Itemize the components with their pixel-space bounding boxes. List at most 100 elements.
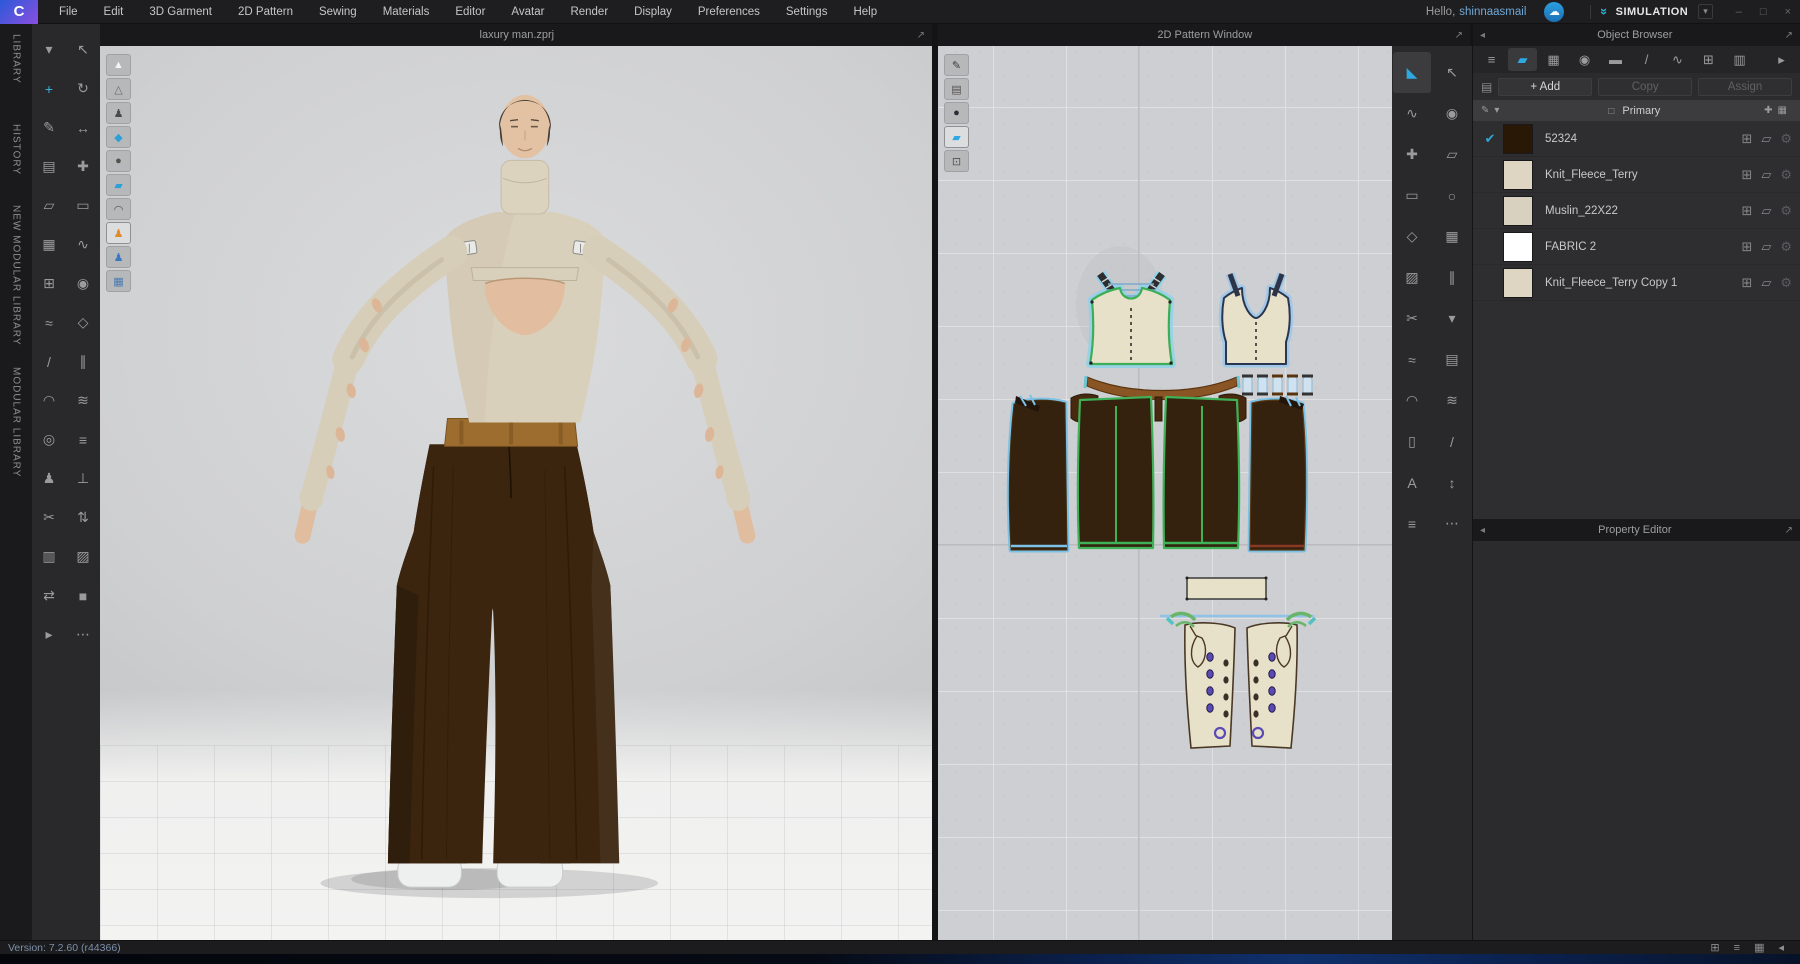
menu-materials[interactable]: Materials — [370, 6, 443, 18]
show-fabric-icon[interactable]: ▰ — [106, 174, 131, 196]
edit-pattern-tool-icon[interactable]: ↖ — [1433, 52, 1471, 93]
tab-modular-library[interactable]: MODULAR LIBRARY — [11, 367, 22, 477]
fabric-row[interactable]: Knit_Fleece_Terry Copy 1 ⊞▱⚙ — [1473, 265, 1800, 301]
menu-settings[interactable]: Settings — [773, 6, 841, 18]
edit-group-icon[interactable]: ✎ — [1481, 105, 1489, 116]
lock-pattern-icon[interactable]: ⊡ — [944, 150, 969, 172]
fabric-tab-icon[interactable]: ▰ — [1508, 48, 1537, 71]
show-garment-2d-icon[interactable]: ▤ — [944, 78, 969, 100]
fabric-settings-icon[interactable]: ⚙ — [1780, 167, 1792, 183]
cloud-sync-icon[interactable]: ☁ — [1544, 2, 1564, 22]
hanger-tool-icon[interactable]: ⊥ — [67, 459, 99, 498]
sewing-machine-tool-icon[interactable]: ▦ — [33, 225, 65, 264]
fabric-row[interactable]: Knit_Fleece_Terry ⊞▱⚙ — [1473, 157, 1800, 193]
seam-allowance-tool-icon[interactable]: ∥ — [1433, 257, 1471, 298]
add-point-tool-icon[interactable]: ✚ — [1393, 134, 1431, 175]
fabric-sheet-icon[interactable]: ▱ — [1761, 167, 1771, 183]
fabric-swatch[interactable] — [1503, 232, 1533, 262]
shirt-front-tool-icon[interactable]: ▥ — [33, 537, 65, 576]
rectangle-tool-icon[interactable]: ▭ — [1393, 175, 1431, 216]
garment-fit-tool-icon[interactable]: ▤ — [33, 147, 65, 186]
menu-file[interactable]: File — [46, 6, 91, 18]
pan-view-tool-icon[interactable]: ↔ — [67, 108, 99, 147]
zipper-tab-icon[interactable]: / — [1632, 48, 1661, 71]
avatar-display-mode-icon[interactable]: ♟ — [106, 222, 131, 244]
menu-sewing[interactable]: Sewing — [306, 6, 370, 18]
add-colorway-box-icon[interactable]: ⊞ — [1741, 203, 1752, 219]
simulation-button[interactable]: SIMULATION — [1616, 6, 1689, 18]
scissors-tool-icon[interactable]: ✂ — [33, 498, 65, 537]
pleats-tool-icon[interactable]: ≋ — [1433, 380, 1471, 421]
pattern-shirt-tool-icon[interactable]: ▤ — [1433, 339, 1471, 380]
fold-angle-tool-icon[interactable]: ◠ — [33, 381, 65, 420]
buttonhole-tab-icon[interactable]: ▬ — [1601, 48, 1630, 71]
edit-sewing-tool-icon[interactable]: ∿ — [67, 225, 99, 264]
menu-display[interactable]: Display — [621, 6, 685, 18]
username[interactable]: shinnaasmail — [1459, 6, 1526, 18]
fabric-row[interactable]: Muslin_22X22 ⊞▱⚙ — [1473, 193, 1800, 229]
edit-curvature-tool-icon[interactable]: ∿ — [1393, 93, 1431, 134]
overflow-tools-icon[interactable]: ⋯ — [67, 615, 99, 654]
simulation-icon[interactable]: » — [1598, 8, 1613, 15]
colorway-tool-icon[interactable]: ◎ — [33, 420, 65, 459]
avatar-mesh-mode-icon[interactable]: ♟ — [106, 246, 131, 268]
show-arrangement-points-icon[interactable]: ◆ — [106, 126, 131, 148]
fabric-swatch[interactable] — [1503, 124, 1533, 154]
menu-render[interactable]: Render — [557, 6, 621, 18]
viewport-3d-canvas[interactable]: ▲△♟◆●▰◠♟♟▦ — [100, 46, 932, 940]
more-tools-icon[interactable]: ▸ — [33, 615, 65, 654]
lasso-tool-icon[interactable]: ◠ — [1393, 380, 1431, 421]
tab-library[interactable]: LIBRARY — [11, 34, 22, 84]
avatar-3d[interactable] — [100, 46, 932, 940]
fabric-settings-icon[interactable]: ⚙ — [1780, 131, 1792, 147]
measure-tool-icon[interactable]: ≡ — [67, 420, 99, 459]
pin-tool-icon[interactable]: ✚ — [67, 147, 99, 186]
puckering-tab-icon[interactable]: ⊞ — [1694, 48, 1723, 71]
simulation-dropdown-icon[interactable]: ▾ — [1698, 4, 1713, 19]
add-fabric-button[interactable]: + Add — [1498, 78, 1592, 96]
collapse-panel-icon[interactable]: ◂ — [1473, 30, 1492, 41]
segment-sewing-tool-icon[interactable]: ≈ — [33, 303, 65, 342]
fabric-row[interactable]: FABRIC 2 ⊞▱⚙ — [1473, 229, 1800, 265]
fabric-sheet-icon[interactable]: ▱ — [1761, 239, 1771, 255]
menu-2d-pattern[interactable]: 2D Pattern — [225, 6, 306, 18]
graphic-tab-icon[interactable]: ▦ — [1539, 48, 1568, 71]
select-tool-icon[interactable]: ▾ — [33, 30, 65, 69]
circle-tool-icon[interactable]: ○ — [1433, 175, 1471, 216]
button-tab-icon[interactable]: ◉ — [1570, 48, 1599, 71]
add-colorway-box-icon[interactable]: ⊞ — [1741, 239, 1752, 255]
grainline-tool-icon[interactable]: ↕ — [1433, 462, 1471, 503]
pattern-2d-canvas[interactable]: ✎▤●▰⊡ — [938, 46, 1392, 940]
fabric-name[interactable]: Muslin_22X22 — [1533, 205, 1741, 217]
show-pattern-2d-icon[interactable]: ▰ — [944, 126, 969, 148]
assign-fabric-button[interactable]: Assign — [1698, 78, 1792, 96]
pattern-pieces[interactable] — [938, 46, 1392, 940]
fabric-sheet-icon[interactable]: ▱ — [1761, 203, 1771, 219]
group-folder-icon[interactable]: ▦ — [1778, 105, 1787, 116]
app-logo[interactable]: C — [0, 0, 38, 24]
show-shoes-icon[interactable]: ● — [106, 150, 131, 172]
fabric-name[interactable]: FABRIC 2 — [1533, 241, 1741, 253]
notch-tool-icon[interactable]: ▾ — [1433, 298, 1471, 339]
add-colorway-box-icon[interactable]: ⊞ — [1741, 131, 1752, 147]
edit-curve-point-tool-icon[interactable]: ◉ — [1433, 93, 1471, 134]
fabric-swatch[interactable] — [1503, 268, 1533, 298]
expand-2d-window-icon[interactable]: ↗ — [1448, 30, 1470, 41]
folder-icon[interactable]: ▤ — [1481, 80, 1492, 94]
colorway-view-icon[interactable]: ● — [944, 102, 969, 124]
trace-tool-icon[interactable]: ▨ — [1393, 257, 1431, 298]
text-tool-icon[interactable]: A — [1393, 462, 1431, 503]
needle-tool-icon[interactable]: / — [33, 342, 65, 381]
show-pattern-outline-icon[interactable]: △ — [106, 78, 131, 100]
binding-tool-icon[interactable]: ▯ — [1393, 421, 1431, 462]
fabric-swatch[interactable] — [1503, 160, 1533, 190]
add-colorway-box-icon[interactable]: ⊞ — [1741, 275, 1752, 291]
show-garment-icon[interactable]: ▲ — [106, 54, 131, 76]
move-gizmo-tool-icon[interactable]: ↖ — [67, 30, 99, 69]
menu-editor[interactable]: Editor — [442, 6, 498, 18]
rotate-view-tool-icon[interactable]: ↻ — [67, 69, 99, 108]
group-label[interactable]: Primary — [1622, 105, 1660, 117]
close-button[interactable]: × — [1776, 6, 1800, 18]
tab-history[interactable]: HISTORY — [11, 124, 22, 175]
steam-tool-icon[interactable]: ≋ — [67, 381, 99, 420]
